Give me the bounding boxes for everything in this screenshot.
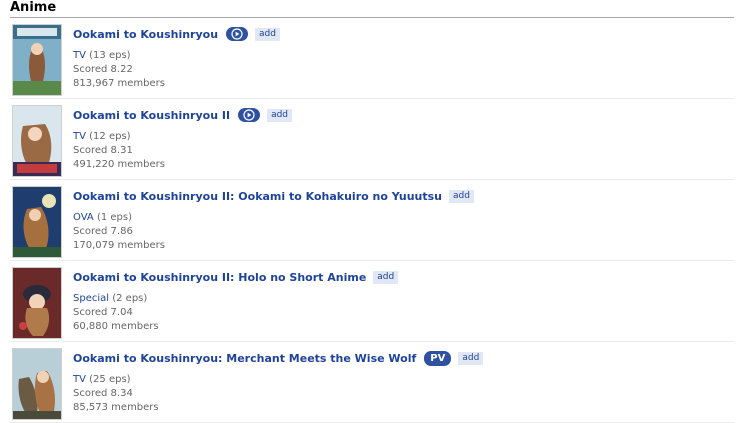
members-text: 813,967 members — [73, 78, 165, 89]
anime-cover-image[interactable] — [12, 348, 62, 420]
anime-title-link[interactable]: Ookami to Koushinryou II — [73, 109, 230, 122]
add-button[interactable]: add — [267, 108, 293, 122]
type-link[interactable]: Special — [73, 293, 109, 304]
play-icon — [231, 28, 243, 40]
members-text: 60,880 members — [73, 321, 159, 332]
members-text: 491,220 members — [73, 159, 165, 170]
episode-count: (1 eps) — [96, 212, 132, 223]
episode-count: (25 eps) — [89, 374, 131, 385]
anime-entry: Ookami to Koushinryou add TV (13 eps) Sc… — [10, 18, 734, 99]
type-line: TV (13 eps) — [73, 49, 734, 63]
type-line: TV (12 eps) — [73, 130, 734, 144]
anime-title-link[interactable]: Ookami to Koushinryou II: Ookami to Koha… — [73, 190, 442, 203]
type-link[interactable]: TV — [73, 131, 86, 142]
score-text: Scored 7.86 — [73, 226, 133, 237]
add-button[interactable]: add — [255, 27, 280, 41]
anime-title-link[interactable]: Ookami to Koushinryou: Merchant Meets th… — [73, 352, 416, 365]
add-button[interactable]: add — [458, 351, 484, 365]
anime-entry: Ookami to Koushinryou II: Ookami to Koha… — [10, 180, 734, 261]
score-text: Scored 8.22 — [73, 64, 133, 75]
type-line: TV (25 eps) — [73, 373, 734, 387]
pv-button[interactable]: PV — [424, 350, 452, 366]
add-button[interactable]: add — [449, 189, 474, 203]
type-link[interactable]: TV — [73, 50, 86, 61]
episode-count: (13 eps) — [89, 50, 131, 61]
score-text: Scored 7.04 — [73, 307, 133, 318]
anime-entry: Ookami to Koushinryou II add TV (12 eps)… — [10, 99, 734, 180]
anime-cover-image[interactable] — [12, 186, 62, 258]
score-text: Scored 8.31 — [73, 145, 133, 156]
anime-title-link[interactable]: Ookami to Koushinryou II: Holo no Short … — [73, 271, 366, 284]
episode-count: (2 eps) — [112, 293, 148, 304]
play-trailer-button[interactable] — [226, 27, 249, 41]
episode-count: (12 eps) — [89, 131, 131, 142]
type-line: Special (2 eps) — [73, 292, 734, 306]
anime-entry: Ookami to Koushinryou II: Holo no Short … — [10, 261, 734, 342]
members-text: 170,079 members — [73, 240, 165, 251]
score-text: Scored 8.34 — [73, 388, 133, 399]
section-title: Anime — [10, 0, 57, 15]
anime-cover-image[interactable] — [12, 105, 62, 177]
add-button[interactable]: add — [373, 270, 399, 284]
anime-cover-image[interactable] — [12, 267, 62, 339]
type-link[interactable]: OVA — [73, 212, 94, 223]
anime-entry: Ookami to Koushinryou: Merchant Meets th… — [10, 342, 734, 423]
members-text: 85,573 members — [73, 402, 159, 413]
type-link[interactable]: TV — [73, 374, 86, 385]
anime-title-link[interactable]: Ookami to Koushinryou — [73, 28, 218, 41]
play-icon — [243, 109, 255, 121]
anime-cover-image[interactable] — [12, 24, 62, 96]
type-line: OVA (1 eps) — [73, 211, 734, 225]
play-trailer-button[interactable] — [238, 108, 261, 122]
